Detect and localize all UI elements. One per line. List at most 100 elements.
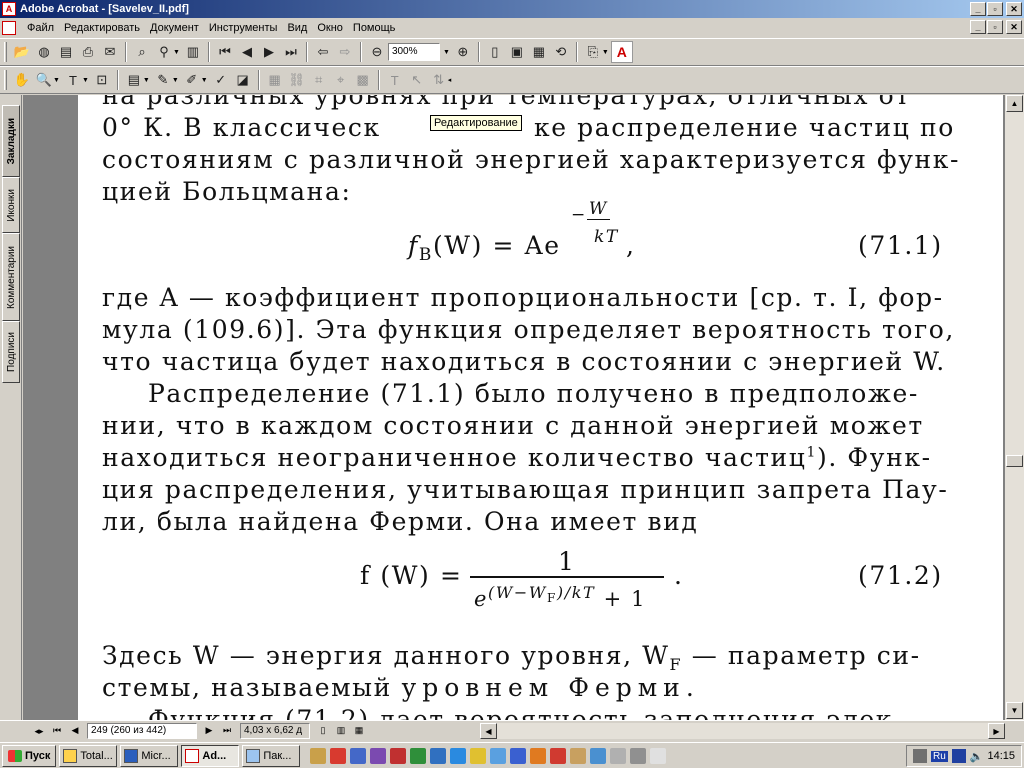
- menu-help[interactable]: Помощь: [348, 22, 401, 34]
- first-page-icon[interactable]: ⏮: [48, 723, 66, 739]
- quicklaunch-icon[interactable]: [610, 747, 627, 764]
- chevron-down-icon[interactable]: ▼: [143, 77, 150, 84]
- scroll-thumb[interactable]: [1006, 455, 1023, 467]
- scroll-down-icon[interactable]: ▼: [1006, 702, 1023, 719]
- email-icon[interactable]: ✉: [100, 42, 120, 62]
- zoom-in-icon[interactable]: ⊕: [453, 42, 473, 62]
- doc-minimize-button[interactable]: _: [970, 20, 986, 34]
- quicklaunch-icon[interactable]: [450, 747, 467, 764]
- note-tool-icon[interactable]: ▤: [124, 70, 144, 90]
- chevron-down-icon[interactable]: ▼: [173, 49, 180, 56]
- quicklaunch-icon[interactable]: [350, 747, 367, 764]
- document-icon[interactable]: [2, 20, 16, 35]
- tab-signatures[interactable]: Подписи: [2, 321, 20, 383]
- go-back-icon[interactable]: ⇦: [313, 42, 333, 62]
- previous-page-icon[interactable]: ◀: [66, 723, 84, 739]
- quicklaunch-icon[interactable]: [430, 747, 447, 764]
- zoom-tool-icon[interactable]: 🔍: [34, 70, 54, 90]
- pencil-icon[interactable]: ✎: [153, 70, 173, 90]
- scroll-right-icon[interactable]: ▶: [988, 723, 1005, 739]
- page-number-input[interactable]: 249 (260 из 442): [87, 722, 197, 739]
- vertical-scrollbar[interactable]: ▲ ▼: [1005, 95, 1024, 720]
- maximize-button[interactable]: ▫: [987, 2, 1003, 16]
- quicklaunch-icon[interactable]: [410, 747, 427, 764]
- open-icon[interactable]: 📂: [12, 42, 32, 62]
- single-page-icon[interactable]: ▯: [314, 723, 332, 739]
- quicklaunch-icon[interactable]: [650, 747, 667, 764]
- split-icon[interactable]: ◂▸: [30, 723, 48, 739]
- last-page-icon[interactable]: ⏭: [281, 42, 301, 62]
- task-folder[interactable]: Пак...: [242, 744, 301, 767]
- horizontal-scrollbar[interactable]: ◀ ▶: [480, 723, 1005, 739]
- next-page-icon[interactable]: ▶: [259, 42, 279, 62]
- scroll-left-icon[interactable]: ◀: [480, 723, 497, 739]
- pdf-page[interactable]: на различных уровнях при температурах, о…: [78, 95, 1003, 720]
- quicklaunch-icon[interactable]: [570, 747, 587, 764]
- search-icon[interactable]: ⚲: [154, 42, 174, 62]
- quicklaunch-icon[interactable]: [590, 747, 607, 764]
- form-tool-icon[interactable]: ▦: [265, 70, 285, 90]
- clock[interactable]: 14:15: [987, 750, 1015, 762]
- snapshot-icon[interactable]: ⊡: [92, 70, 112, 90]
- go-forward-icon[interactable]: ⇨: [335, 42, 355, 62]
- next-page-icon[interactable]: ▶: [200, 723, 218, 739]
- toolbar-grip[interactable]: [4, 70, 7, 90]
- close-button[interactable]: ✕: [1006, 2, 1022, 16]
- chevron-down-icon[interactable]: ▼: [53, 77, 60, 84]
- language-indicator[interactable]: Ru: [930, 750, 948, 762]
- quicklaunch-icon[interactable]: [470, 747, 487, 764]
- menu-window[interactable]: Окно: [312, 22, 348, 34]
- toolbar-grip[interactable]: [4, 42, 7, 62]
- chevron-down-icon[interactable]: ▼: [201, 77, 208, 84]
- chevron-down-icon[interactable]: ▼: [172, 77, 179, 84]
- menu-file[interactable]: Файл: [22, 22, 59, 34]
- tab-bookmarks[interactable]: Закладки: [2, 105, 20, 177]
- hand-tool-icon[interactable]: ✋: [12, 70, 32, 90]
- binoculars-icon[interactable]: ⌕: [132, 42, 152, 62]
- doc-restore-button[interactable]: ▫: [987, 20, 1003, 34]
- quicklaunch-icon[interactable]: [390, 747, 407, 764]
- quicklaunch-icon[interactable]: [370, 747, 387, 764]
- continuous-icon[interactable]: ▥: [332, 723, 350, 739]
- chevron-left-icon[interactable]: ◂: [448, 76, 452, 84]
- open-web-icon[interactable]: ◍: [34, 42, 54, 62]
- tray-app-icon[interactable]: [951, 749, 966, 763]
- quicklaunch-icon[interactable]: [310, 747, 327, 764]
- document-view[interactable]: на различных уровнях при температурах, о…: [23, 95, 1005, 720]
- show-hide-nav-icon[interactable]: ▥: [183, 42, 203, 62]
- save-icon[interactable]: ▤: [56, 42, 76, 62]
- touchup-text-icon[interactable]: T: [385, 70, 405, 90]
- eraser-icon[interactable]: ◪: [233, 70, 253, 90]
- quicklaunch-icon[interactable]: [490, 747, 507, 764]
- zoom-out-icon[interactable]: ⊖: [367, 42, 387, 62]
- menu-edit[interactable]: Редактировать: [59, 22, 145, 34]
- network-icon[interactable]: [912, 749, 927, 763]
- chevron-down-icon[interactable]: ▼: [82, 77, 89, 84]
- volume-icon[interactable]: 🔈: [970, 750, 984, 763]
- doc-close-button[interactable]: ✕: [1006, 20, 1022, 34]
- spell-check-icon[interactable]: ✓: [211, 70, 231, 90]
- movie-tool-icon[interactable]: ▩: [353, 70, 373, 90]
- menu-document[interactable]: Документ: [145, 22, 204, 34]
- minimize-button[interactable]: _: [970, 2, 986, 16]
- scroll-up-icon[interactable]: ▲: [1006, 95, 1023, 112]
- task-acrobat[interactable]: Ad...: [181, 744, 240, 767]
- acrobat-app-icon[interactable]: A: [2, 2, 16, 16]
- chevron-down-icon[interactable]: ▼: [602, 49, 609, 56]
- task-word[interactable]: Micr...: [120, 744, 179, 767]
- menu-tools[interactable]: Инструменты: [204, 22, 283, 34]
- zoom-input[interactable]: 300%: [387, 43, 440, 61]
- create-pdf-icon[interactable]: ⎘: [583, 42, 603, 62]
- fit-width-icon[interactable]: ▦: [529, 42, 549, 62]
- fit-page-icon[interactable]: ▣: [507, 42, 527, 62]
- crop-tool-icon[interactable]: ⌖: [331, 70, 351, 90]
- title-bar[interactable]: A Adobe Acrobat - [Savelev_II.pdf] _ ▫ ✕: [0, 0, 1024, 18]
- link-tool-icon[interactable]: ⛓: [287, 70, 307, 90]
- quicklaunch-icon[interactable]: [630, 747, 647, 764]
- print-icon[interactable]: ⎙: [78, 42, 98, 62]
- first-page-icon[interactable]: ⏮: [215, 42, 235, 62]
- quicklaunch-icon[interactable]: [550, 747, 567, 764]
- task-total-commander[interactable]: Total...: [59, 744, 118, 767]
- actual-size-icon[interactable]: ▯: [485, 42, 505, 62]
- touchup-order-icon[interactable]: ⇅: [429, 70, 449, 90]
